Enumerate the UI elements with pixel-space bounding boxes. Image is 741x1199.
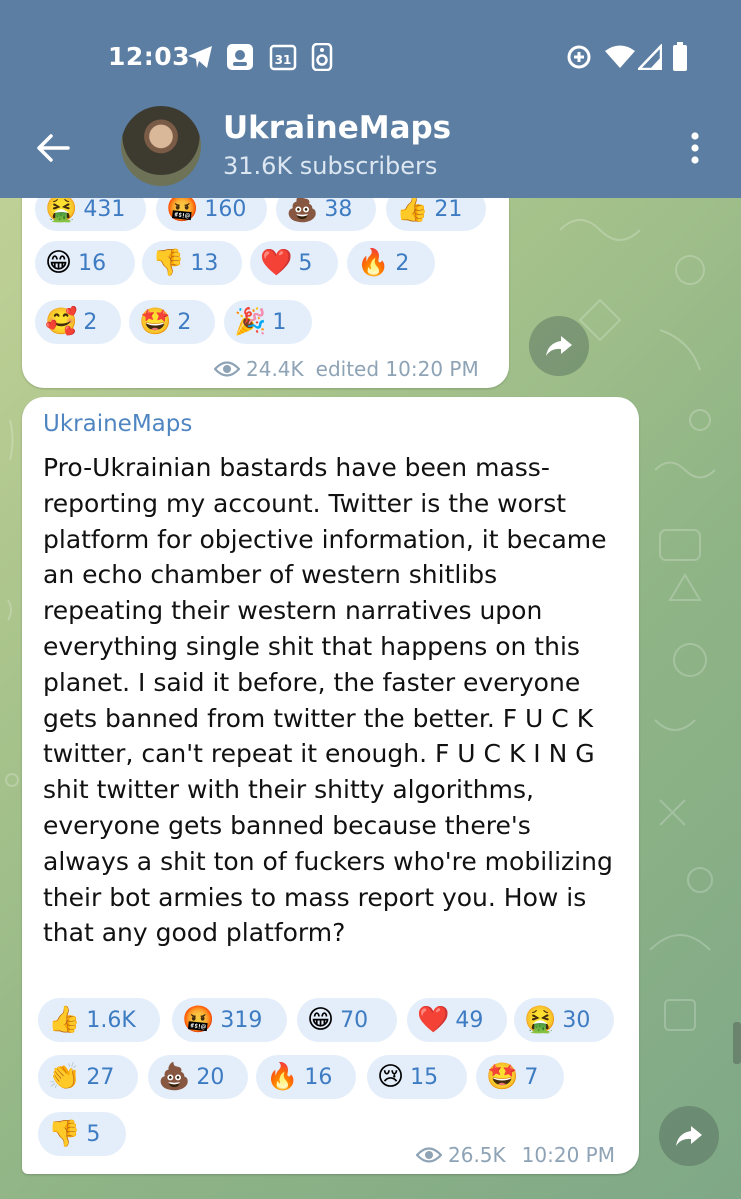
speaker-icon: [311, 42, 333, 72]
reaction-emoji: 🎉: [234, 307, 267, 337]
reaction-chip[interactable]: 🤮 30: [514, 998, 614, 1042]
share-button[interactable]: [529, 316, 589, 376]
sender-name[interactable]: UkraineMaps: [43, 411, 192, 437]
channel-post: UkraineMaps Pro-Ukrainian bastards have …: [22, 397, 639, 1174]
reaction-count: 27: [86, 1064, 115, 1090]
reaction-count: 15: [410, 1064, 439, 1090]
reaction-emoji: 🤩: [486, 1062, 519, 1092]
reaction-count: 2: [83, 309, 98, 335]
share-arrow-icon: [546, 336, 572, 356]
back-arrow-icon: [37, 134, 70, 162]
reaction-count: 5: [86, 1121, 101, 1147]
reaction-emoji: 👏: [48, 1062, 81, 1092]
calendar-day: 31: [275, 53, 292, 67]
reaction-count: 16: [78, 250, 107, 276]
back-button[interactable]: [30, 125, 76, 171]
channel-title[interactable]: UkraineMaps: [223, 110, 451, 146]
reaction-emoji: 🥰: [45, 307, 78, 337]
reaction-emoji: 🤮: [45, 194, 78, 224]
status-bar: 12:03 31: [0, 32, 741, 82]
reaction-count: 30: [562, 1007, 591, 1033]
reaction-chip[interactable]: 👏 27: [38, 1055, 138, 1099]
subscriber-count: 31.6K subscribers: [223, 152, 438, 180]
reaction-count: 38: [324, 196, 353, 222]
reaction-chip[interactable]: 😁 70: [297, 998, 397, 1042]
reaction-count: 2: [395, 250, 410, 276]
reaction-chip[interactable]: 🤩 7: [476, 1055, 564, 1099]
reaction-chip[interactable]: 🔥 2: [347, 241, 435, 285]
reaction-count: 2: [177, 309, 192, 335]
reaction-chip[interactable]: 🥰 2: [35, 300, 121, 344]
reaction-emoji: 👍: [48, 1005, 81, 1035]
more-vert-icon: [691, 132, 699, 164]
reaction-emoji: 😁: [45, 248, 73, 278]
reaction-emoji: 🤮: [524, 1005, 557, 1035]
reaction-count: 1: [272, 309, 287, 335]
reaction-emoji: ❤️: [260, 248, 293, 278]
reaction-emoji: 👎: [48, 1119, 81, 1149]
reaction-count: 20: [196, 1064, 225, 1090]
view-count: 24.4K: [246, 357, 304, 381]
reaction-chip[interactable]: ❤️ 49: [407, 998, 507, 1042]
reaction-emoji: 🔥: [357, 248, 390, 278]
reaction-chip[interactable]: ❤️ 5: [250, 241, 338, 285]
reaction-chip[interactable]: 🎉 1: [224, 300, 312, 344]
reaction-count: 5: [298, 250, 313, 276]
reaction-chip[interactable]: 👎 5: [38, 1112, 126, 1156]
reaction-count: 16: [304, 1064, 333, 1090]
reaction-count: 160: [204, 196, 247, 222]
reaction-emoji: 👎: [152, 248, 185, 278]
post-meta: 26.5K 10:20 PM: [416, 1143, 615, 1167]
channel-avatar[interactable]: [121, 106, 201, 186]
reaction-emoji: 😢: [377, 1062, 405, 1092]
status-time: 12:03: [108, 42, 191, 71]
reaction-chip[interactable]: 🤩 2: [129, 300, 215, 344]
reaction-count: 70: [340, 1007, 369, 1033]
reaction-chip[interactable]: 🤬 319: [172, 998, 287, 1042]
reaction-chip[interactable]: 😁 16: [35, 241, 135, 285]
views-icon: [214, 360, 240, 378]
reaction-chip[interactable]: 🔥 16: [256, 1055, 356, 1099]
reaction-count: 13: [190, 250, 219, 276]
reaction-emoji: 🤬: [166, 194, 199, 224]
reaction-chip[interactable]: 👎 13: [142, 241, 242, 285]
reaction-emoji: 🤬: [182, 1005, 215, 1035]
scrollbar-handle[interactable]: [733, 1022, 741, 1064]
signal-icon: [638, 42, 662, 72]
app-header: 12:03 31 UkraineMaps 31.6K subscribers: [0, 0, 741, 198]
reaction-count: 319: [220, 1007, 263, 1033]
more-options-button[interactable]: [680, 125, 710, 171]
share-arrow-icon: [676, 1126, 702, 1146]
reaction-emoji: 😁: [307, 1005, 335, 1035]
reaction-count: 1.6K: [86, 1007, 136, 1033]
reaction-chip[interactable]: 😢 15: [367, 1055, 467, 1099]
reaction-count: 7: [524, 1064, 539, 1090]
message-text: Pro-Ukrainian bastards have been mass-re…: [43, 453, 613, 948]
reaction-emoji: 🔥: [266, 1062, 299, 1092]
reaction-chip[interactable]: 💩 20: [148, 1055, 248, 1099]
battery-icon: [672, 42, 688, 72]
photo-icon: [226, 42, 254, 72]
reaction-count: 431: [83, 196, 126, 222]
reaction-count: 21: [434, 196, 463, 222]
wifi-icon: [604, 42, 636, 72]
reaction-emoji: 🤩: [139, 307, 172, 337]
telegram-icon: [186, 42, 214, 72]
post-meta: 24.4K edited 10:20 PM: [214, 357, 479, 381]
reaction-emoji: 💩: [158, 1062, 191, 1092]
calendar-icon: 31: [269, 42, 297, 72]
reaction-emoji: 👍: [396, 194, 429, 224]
reaction-emoji: 💩: [286, 194, 319, 224]
post-time: edited 10:20 PM: [315, 357, 479, 381]
reaction-emoji: ❤️: [417, 1005, 450, 1035]
share-button[interactable]: [659, 1106, 719, 1166]
data-saver-icon: [565, 42, 593, 72]
reaction-count: 49: [455, 1007, 484, 1033]
view-count: 26.5K: [448, 1143, 506, 1167]
views-icon: [416, 1146, 442, 1164]
post-time: 10:20 PM: [521, 1143, 615, 1167]
reaction-chip[interactable]: 👍 1.6K: [38, 998, 160, 1042]
